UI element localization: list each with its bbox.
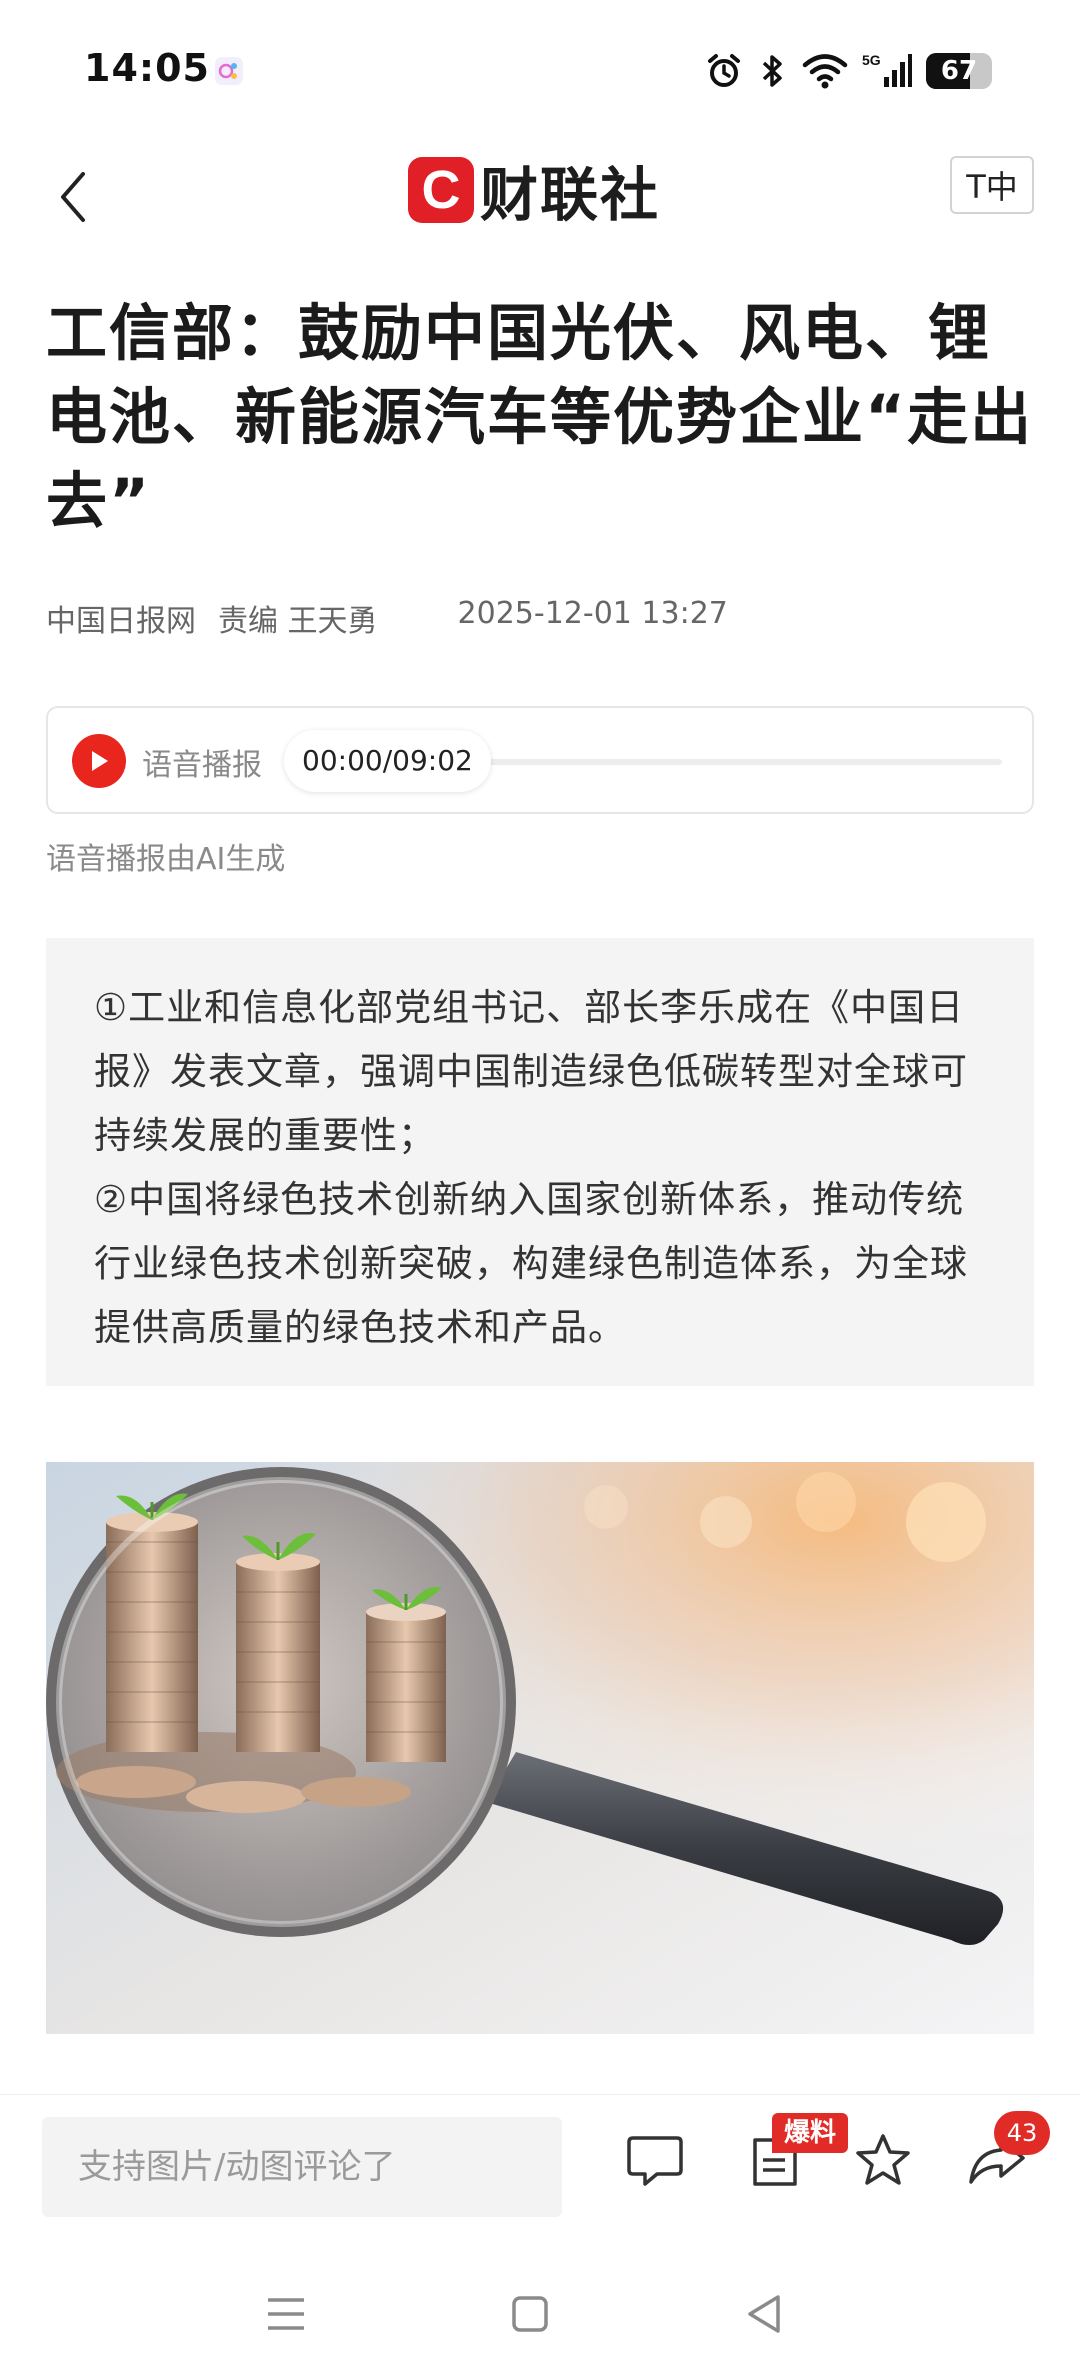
recent-apps-button[interactable] <box>256 2284 316 2344</box>
status-time: 14:05 <box>84 46 210 90</box>
ai-audio-note: 语音播报由AI生成 <box>46 842 286 877</box>
back-triangle-icon <box>748 2295 780 2333</box>
magnifier-coins-illustration <box>46 1462 1034 2034</box>
comment-icon <box>627 2136 683 2186</box>
chevron-left-icon <box>61 172 85 222</box>
system-navigation-bar <box>0 2244 1080 2374</box>
play-button[interactable] <box>72 734 126 788</box>
tip-off-badge[interactable]: 爆料 <box>772 2113 849 2153</box>
svg-text:5G: 5G <box>862 52 881 68</box>
status-bar: 14:05 5G 67 <box>0 0 1080 140</box>
article-summary: ①工业和信息化部党组书记、部长李乐成在《中国日报》发表文章，强调中国制造绿色低碳… <box>46 938 1034 1386</box>
audio-time[interactable]: 00:00/09:02 <box>284 730 491 792</box>
audio-player: 语音播报 00:00/09:02 <box>46 706 1034 814</box>
status-icons: 5G 67 <box>704 50 992 92</box>
star-icon <box>856 2134 910 2185</box>
article-image[interactable] <box>46 1462 1034 2034</box>
favorite-button[interactable] <box>848 2125 918 2195</box>
play-icon <box>92 751 108 771</box>
home-square-icon <box>512 2296 548 2332</box>
article-datetime: 2025-12-01 13:27 <box>457 596 728 631</box>
comments-button[interactable] <box>620 2125 690 2195</box>
alarm-icon <box>708 54 740 87</box>
logo-mark: C <box>408 157 474 223</box>
comment-input[interactable]: 支持图片/动图评论了 <box>42 2117 562 2217</box>
logo-text: 财联社 <box>480 161 661 229</box>
app-notification-icon <box>215 57 243 85</box>
5g-signal-icon: 5G <box>862 52 912 87</box>
cls-logo: C 财联社 <box>408 150 660 230</box>
battery-icon: 67 <box>926 53 992 89</box>
bluetooth-icon <box>762 55 782 87</box>
article-title: 工信部：鼓励中国光伏、风电、锂电池、新能源汽车等优势企业“走出去” <box>46 298 1034 537</box>
back-button[interactable] <box>48 162 96 232</box>
system-back-button[interactable] <box>734 2284 794 2344</box>
summary-point: ①工业和信息化部党组书记、部长李乐成在《中国日报》发表文章，强调中国制造绿色低碳… <box>94 986 968 1157</box>
article-meta: 中国日报网 责编 王天勇 2025-12-01 13:27 <box>46 596 728 640</box>
article-source: 中国日报网 <box>46 604 196 639</box>
bottom-toolbar: 支持图片/动图评论了 爆料 43 <box>0 2094 1080 2244</box>
audio-label: 语音播报 <box>142 748 262 783</box>
battery-level: 67 <box>940 56 978 86</box>
font-size-button[interactable]: T中 <box>950 156 1034 214</box>
summary-point: ②中国将绿色技术创新纳入国家创新体系，推动传统行业绿色技术创新突破，构建绿色制造… <box>94 1178 968 1349</box>
share-count-badge: 43 <box>994 2111 1050 2155</box>
article-editor: 责编 王天勇 <box>218 604 378 639</box>
menu-icon <box>268 2298 304 2330</box>
wifi-icon <box>802 54 848 89</box>
home-button[interactable] <box>500 2284 560 2344</box>
top-nav: C 财联社 T中 <box>0 140 1080 260</box>
